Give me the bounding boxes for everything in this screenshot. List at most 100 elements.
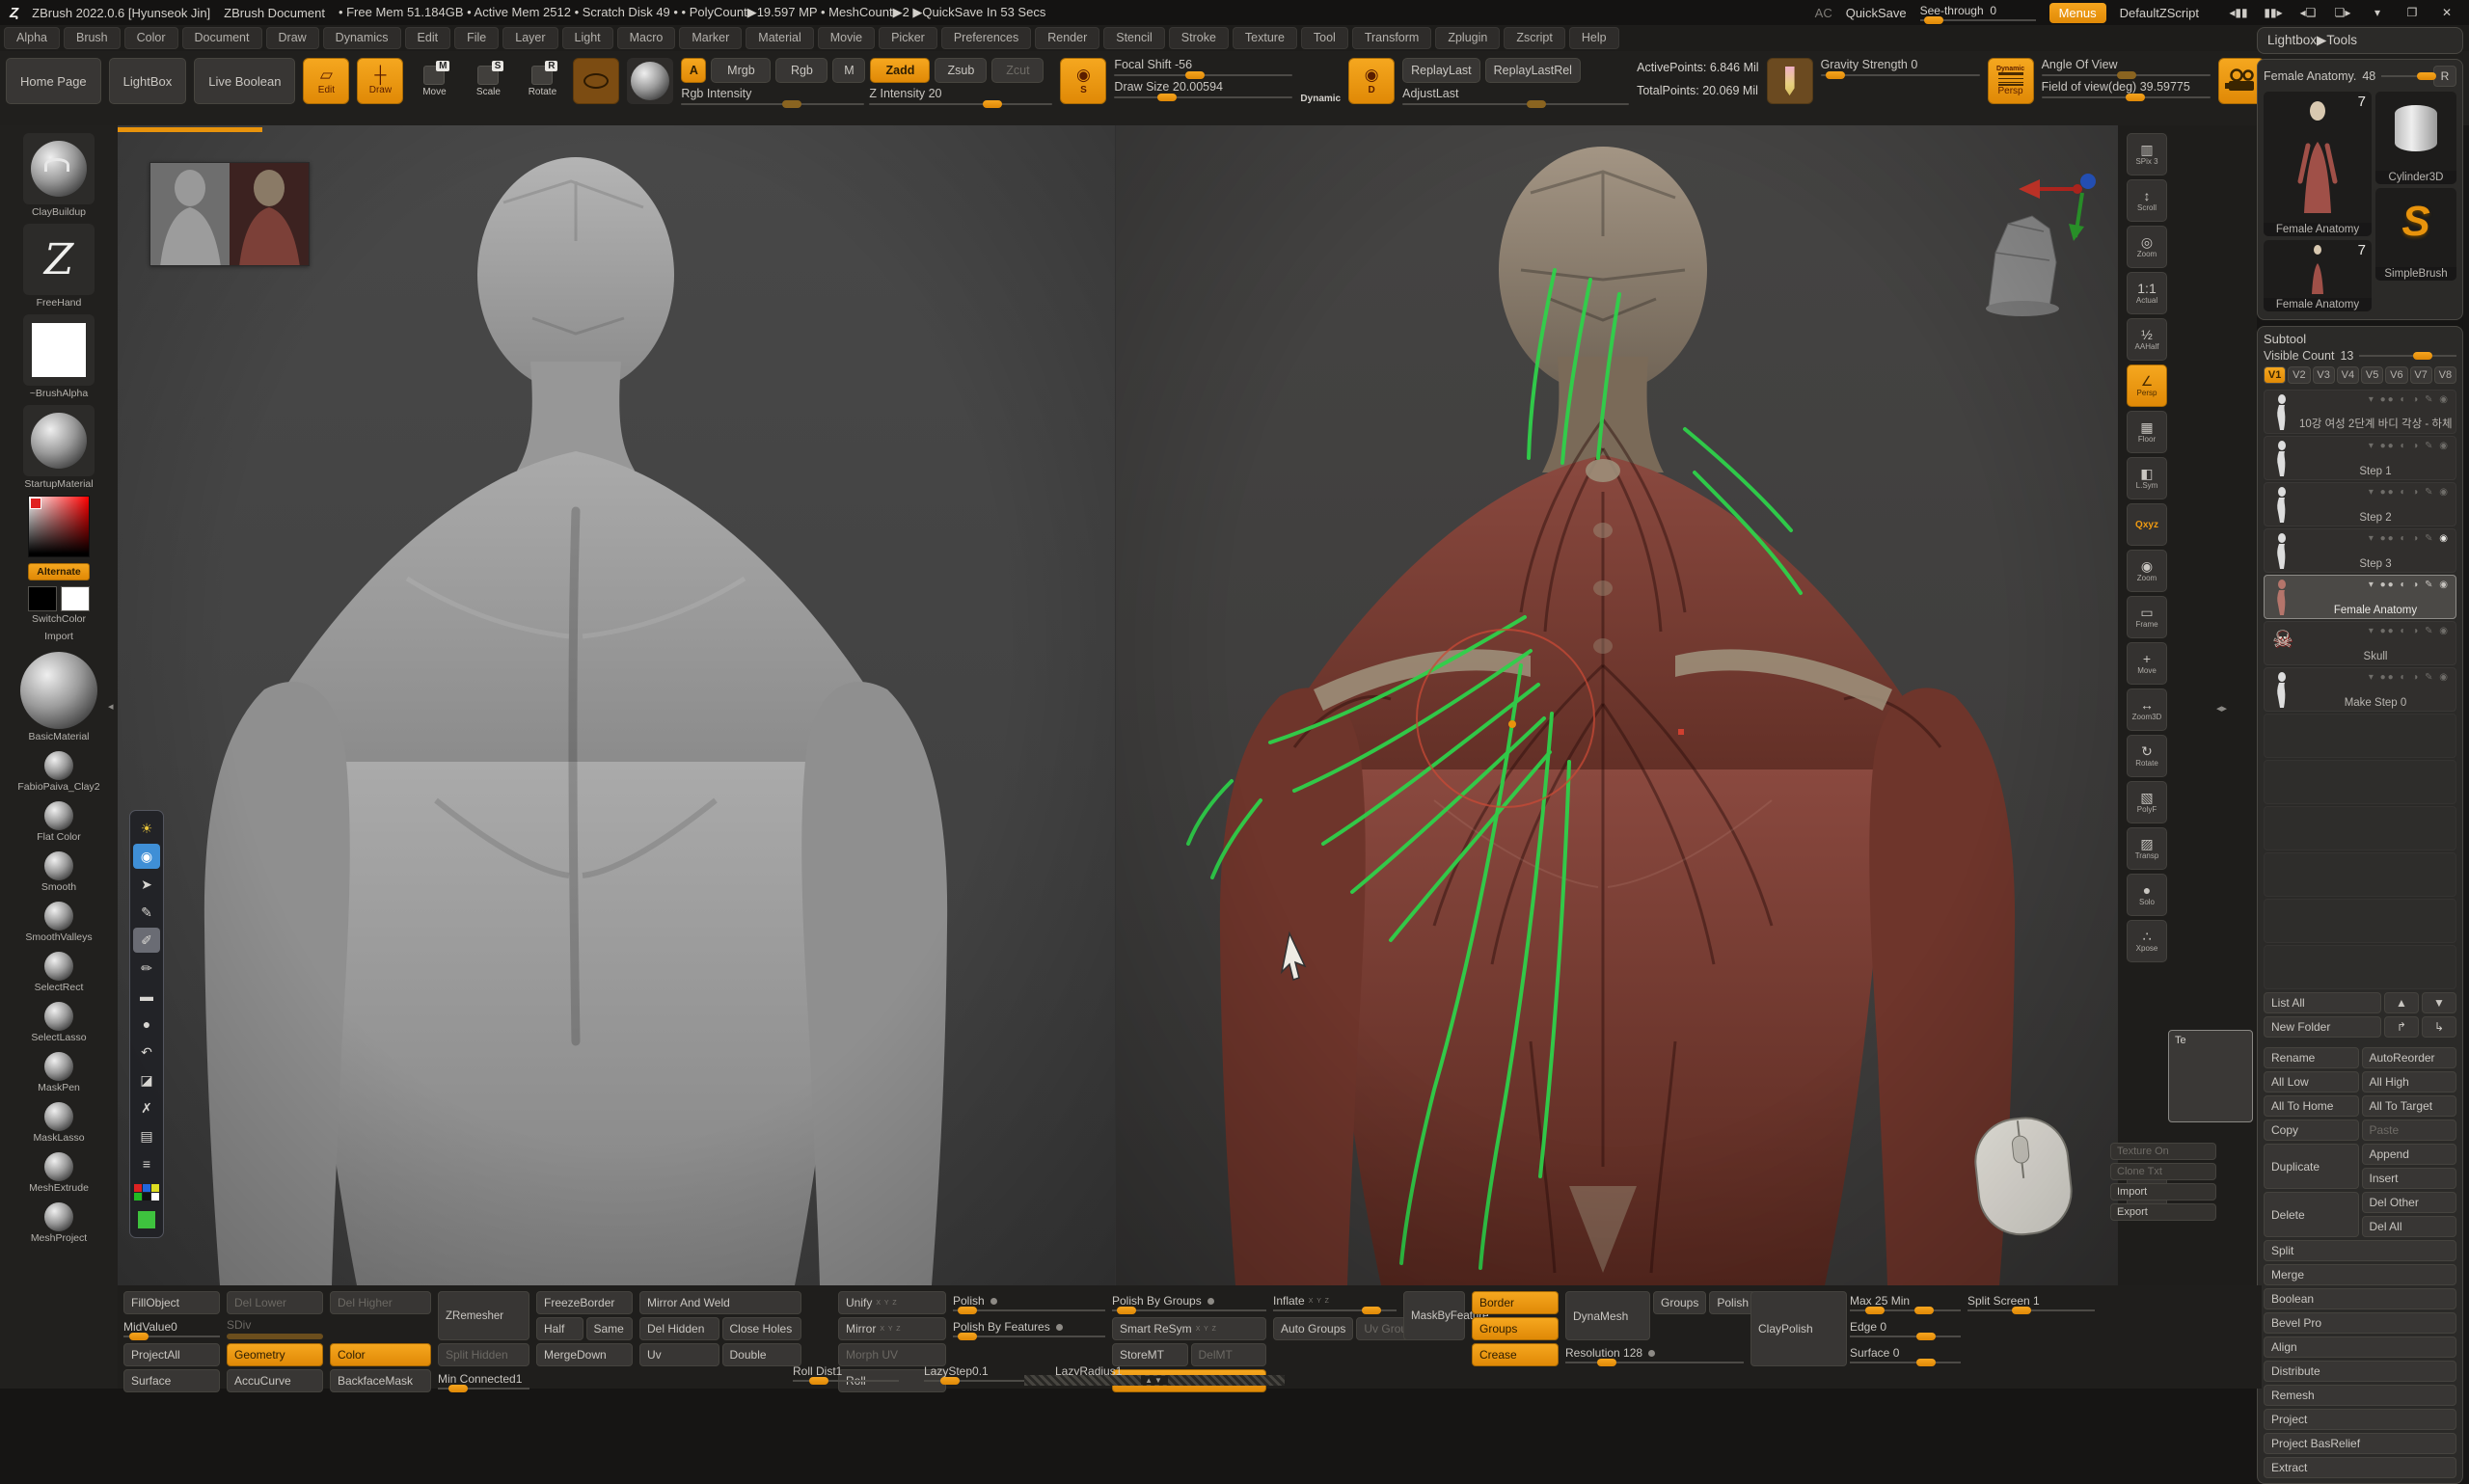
- distribute-button[interactable]: Distribute: [2264, 1361, 2456, 1382]
- pen-icon[interactable]: ✎: [133, 900, 160, 925]
- field-of-view-slider[interactable]: Field of view(deg) 39.59775: [2042, 80, 2211, 98]
- menu-marker[interactable]: Marker: [679, 27, 742, 49]
- subtool-empty-row[interactable]: [2264, 760, 2456, 804]
- groups-button[interactable]: Groups: [1472, 1317, 1559, 1340]
- rotate3d-button[interactable]: ↻Rotate: [2127, 735, 2167, 777]
- fillobject-button[interactable]: FillObject: [123, 1291, 220, 1314]
- subtool-row-icons[interactable]: ▾ ●● ◐ ◑ ✎ ◉: [2369, 672, 2450, 683]
- move-up-button[interactable]: ▲: [2384, 992, 2419, 1013]
- frame-button[interactable]: ▭Frame: [2127, 596, 2167, 638]
- split-button[interactable]: Split: [2264, 1240, 2456, 1261]
- inflate-slider[interactable]: InflateX Y Z: [1273, 1291, 1397, 1314]
- dynamesh-button[interactable]: DynaMesh: [1565, 1291, 1650, 1340]
- mrgb-button[interactable]: Mrgb: [711, 58, 771, 83]
- subtool-empty-row[interactable]: [2264, 852, 2456, 897]
- menu-light[interactable]: Light: [562, 27, 613, 49]
- actual-button[interactable]: 1:1Actual: [2127, 272, 2167, 314]
- material-item-maskpen[interactable]: MaskPen: [38, 1052, 80, 1097]
- tool-thumb-female-anatomy[interactable]: 7 Female Anatomy: [2264, 92, 2372, 236]
- left-viewport-pane[interactable]: [118, 125, 1115, 1285]
- floor-button[interactable]: ▦Floor: [2127, 411, 2167, 453]
- subtool-row-icons[interactable]: ▾ ●● ◐ ◑ ✎ ◉: [2369, 487, 2450, 498]
- copy-button[interactable]: Copy: [2264, 1120, 2359, 1141]
- subtool-row-icons[interactable]: ▾ ●● ◐ ◑ ✎ ◉: [2369, 533, 2450, 544]
- rename-button[interactable]: Rename: [2264, 1047, 2359, 1068]
- move-button[interactable]: M Move: [411, 58, 457, 104]
- lazystep-slider[interactable]: LazyStep 0.1: [924, 1362, 1030, 1385]
- dock-left-icon[interactable]: ◂❏: [2295, 6, 2320, 19]
- close-holes-button[interactable]: Close Holes: [722, 1317, 802, 1340]
- del-all-button[interactable]: Del All: [2362, 1216, 2457, 1237]
- polish-by-groups-slider[interactable]: Polish By Groups: [1112, 1291, 1266, 1314]
- menu-material[interactable]: Material: [746, 27, 813, 49]
- all-to-target-button[interactable]: All To Target: [2362, 1095, 2457, 1117]
- menu-layer[interactable]: Layer: [502, 27, 557, 49]
- replay-last-button[interactable]: ReplayLast: [1402, 58, 1480, 83]
- surface-button[interactable]: Surface: [123, 1369, 220, 1392]
- persp-button[interactable]: ∠Persp: [2127, 364, 2167, 407]
- color-picker[interactable]: [28, 496, 90, 557]
- menu-picker[interactable]: Picker: [879, 27, 937, 49]
- menu-brush[interactable]: Brush: [64, 27, 121, 49]
- merge-button[interactable]: Merge: [2264, 1264, 2456, 1285]
- subtool-empty-row[interactable]: [2264, 714, 2456, 758]
- mergedown-button[interactable]: MergeDown: [536, 1343, 633, 1366]
- menu-transform[interactable]: Transform: [1352, 27, 1432, 49]
- subtool-row-icons[interactable]: ▾ ●● ◐ ◑ ✎ ◉: [2369, 580, 2450, 590]
- palette-icon[interactable]: [133, 1179, 160, 1204]
- tool-thumb-cylinder3d[interactable]: Cylinder3D: [2375, 92, 2456, 184]
- subtool-tab-v3[interactable]: V3: [2313, 366, 2335, 384]
- alternate-button[interactable]: Alternate: [28, 563, 90, 580]
- material-item-selectlasso[interactable]: SelectLasso: [31, 1002, 86, 1047]
- marker-icon[interactable]: ✐: [133, 928, 160, 953]
- same-button[interactable]: Same: [586, 1317, 634, 1340]
- subtool-tab-v8[interactable]: V8: [2434, 366, 2456, 384]
- accucurve-button[interactable]: AccuCurve: [227, 1369, 323, 1392]
- border-button[interactable]: Border: [1472, 1291, 1559, 1314]
- insert-button[interactable]: Insert: [2362, 1168, 2457, 1189]
- alpha-slot[interactable]: A: [681, 58, 706, 83]
- backfacemask-button[interactable]: BackfaceMask: [330, 1369, 431, 1392]
- double-button[interactable]: Double: [722, 1343, 802, 1366]
- unify-button[interactable]: UnifyX Y Z: [838, 1291, 946, 1314]
- material-item-smooth[interactable]: Smooth: [41, 851, 76, 897]
- restore-icon[interactable]: ❐: [2400, 6, 2425, 19]
- reference-thumbnail[interactable]: [149, 162, 310, 266]
- claypolish-button[interactable]: ClayPolish: [1750, 1291, 1847, 1366]
- subtool-row-icons[interactable]: ▾ ●● ◐ ◑ ✎ ◉: [2369, 394, 2450, 405]
- subtool-row[interactable]: ▾ ●● ◐ ◑ ✎ ◉Step 3: [2264, 528, 2456, 573]
- quicksave-button[interactable]: QuickSave: [1846, 6, 1907, 20]
- close-icon[interactable]: ✕: [2434, 6, 2459, 19]
- main-color-swatch[interactable]: [28, 586, 57, 611]
- split-screen-slider[interactable]: Split Screen 1: [1967, 1291, 2095, 1314]
- subtool-tab-v6[interactable]: V6: [2385, 366, 2407, 384]
- edge-slider[interactable]: Edge 0: [1850, 1317, 1961, 1340]
- extract-button[interactable]: Extract: [2264, 1457, 2456, 1478]
- dot-size-icon[interactable]: ●: [133, 1012, 160, 1037]
- rotate-button[interactable]: R Rotate: [519, 58, 565, 104]
- eraser-icon[interactable]: ◪: [133, 1067, 160, 1093]
- del-lower-button[interactable]: Del Lower: [227, 1291, 323, 1314]
- project-basrelief-button[interactable]: Project BasRelief: [2264, 1433, 2456, 1454]
- delmt-button[interactable]: DelMT: [1191, 1343, 1267, 1366]
- half-button[interactable]: Half: [536, 1317, 583, 1340]
- secondary-color-swatch[interactable]: [61, 586, 90, 611]
- subtool-row-icons[interactable]: ▾ ●● ◐ ◑ ✎ ◉: [2369, 441, 2450, 451]
- dynamesh-groups-button[interactable]: Groups: [1653, 1291, 1706, 1314]
- eye-icon[interactable]: ◉: [133, 844, 160, 869]
- del-hidden-button[interactable]: Del Hidden: [639, 1317, 719, 1340]
- aahalf-button[interactable]: ½AAHalf: [2127, 318, 2167, 361]
- lsym-button[interactable]: ◧L.Sym: [2127, 457, 2167, 499]
- gravity-strength-slider[interactable]: Gravity Strength 0: [1821, 58, 1980, 76]
- menus-button[interactable]: Menus: [2049, 3, 2106, 23]
- del-higher-button[interactable]: Del Higher: [330, 1291, 431, 1314]
- resolution-slider[interactable]: Resolution 128: [1565, 1343, 1744, 1366]
- maskbyfeature-button[interactable]: MaskByFeature: [1403, 1291, 1465, 1340]
- replay-last-rel-button[interactable]: ReplayLastRel: [1485, 58, 1581, 83]
- texture-texture-on[interactable]: Texture On: [2110, 1143, 2216, 1160]
- menu-stroke[interactable]: Stroke: [1169, 27, 1229, 49]
- menu-render[interactable]: Render: [1035, 27, 1099, 49]
- subtool-empty-row[interactable]: [2264, 945, 2456, 989]
- min-connected-slider[interactable]: Min Connected 1: [438, 1369, 529, 1392]
- split-hidden-button[interactable]: Split Hidden: [438, 1343, 529, 1366]
